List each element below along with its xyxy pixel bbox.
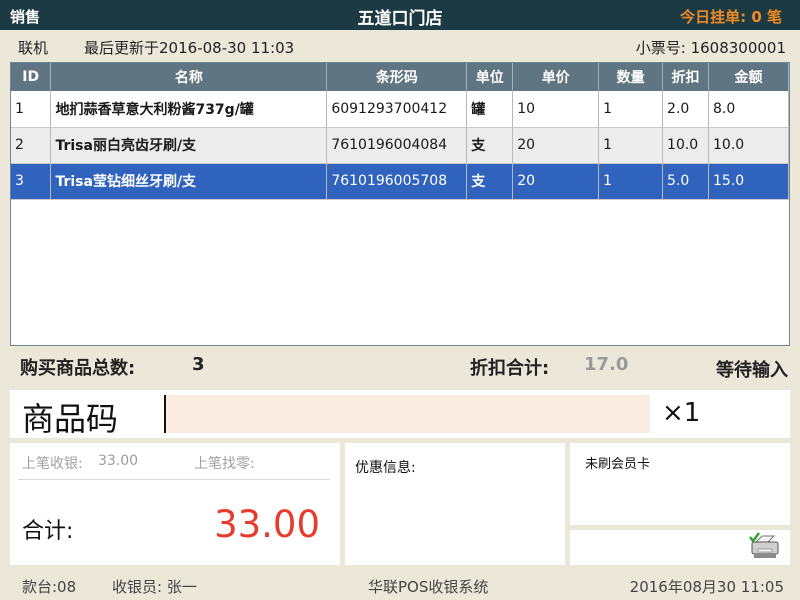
printer-panel [570, 530, 790, 565]
total-amount: 33.00 [214, 503, 320, 546]
quantity-multiplier: ×1 [662, 398, 701, 428]
last-change-label: 上笔找零: [194, 456, 255, 472]
cell-amount: 8.0 [708, 91, 789, 128]
table-row[interactable]: 1 地扪蒜香草意大利粉酱737g/罐 6091293700412 罐 10 1 … [11, 91, 789, 128]
cell-amount: 15.0 [708, 163, 789, 200]
cell-id: 1 [11, 91, 52, 128]
column-header: 数量 [598, 63, 664, 91]
held-orders[interactable]: 今日挂单: 0 笔 [680, 6, 782, 27]
table-header: ID 名称 条形码 单位 单价 数量 折扣 金额 [11, 63, 789, 91]
cell-unit: 支 [466, 163, 514, 200]
cell-discount: 10.0 [662, 127, 710, 164]
receipt-label: 小票号: [635, 39, 686, 57]
column-header: 单价 [512, 63, 600, 91]
till-number: 款台:08 [22, 578, 77, 596]
cell-barcode: 7610196004084 [326, 127, 468, 164]
title-bar: 销售 五道口门店 今日挂单: 0 笔 [0, 0, 800, 30]
column-header: 单位 [466, 63, 514, 91]
column-header: 折扣 [662, 63, 710, 91]
cell-qty: 1 [598, 91, 664, 128]
column-header: ID [11, 63, 52, 91]
cell-price: 10 [512, 91, 600, 128]
receipt-value: 1608300001 [690, 39, 786, 57]
cell-discount: 2.0 [662, 91, 710, 128]
last-received-value: 33.00 [98, 453, 139, 469]
discount-total-value: 17.0 [584, 354, 629, 375]
cell-price: 20 [512, 163, 600, 200]
last-updated-label: 最后更新于 [84, 39, 160, 57]
cell-name: Trisa莹钻细丝牙刷/支 [50, 163, 328, 200]
column-header: 条形码 [326, 63, 468, 91]
cell-unit: 支 [466, 127, 514, 164]
item-count-label: 购买商品总数: [20, 358, 136, 379]
cell-price: 20 [512, 127, 600, 164]
last-updated: 最后更新于2016-08-30 11:03 [84, 37, 294, 58]
total-label: 合计: [22, 519, 74, 544]
receipt-number: 小票号: 1608300001 [636, 37, 786, 58]
cashier-name: 收银员: 张一 [112, 578, 197, 596]
promotion-label: 优惠信息: [355, 460, 416, 476]
items-table: ID 名称 条形码 单位 单价 数量 折扣 金额 1 地扪蒜香草意大利粉酱737… [10, 62, 790, 346]
member-card-status: 未刷会员卡 [585, 457, 651, 472]
barcode-label: 商品码 [22, 400, 119, 438]
cell-id: 3 [11, 163, 52, 200]
cell-qty: 1 [598, 163, 664, 200]
table-row[interactable]: 2 Trisa丽白亮齿牙刷/支 7610196004084 支 20 1 10.… [11, 127, 789, 164]
cell-name: 地扪蒜香草意大利粉酱737g/罐 [50, 91, 328, 128]
barcode-input-row: 商品码 ×1 [10, 390, 790, 438]
last-received-label: 上笔收银: [22, 456, 83, 472]
cell-qty: 1 [598, 127, 664, 164]
member-card-panel[interactable]: 未刷会员卡 [570, 443, 790, 525]
column-header: 金额 [708, 63, 789, 91]
input-status: 等待输入 [716, 360, 788, 381]
barcode-input[interactable] [164, 395, 650, 433]
current-datetime: 2016年08月30 11:05 [629, 578, 784, 596]
item-count-value: 3 [192, 354, 205, 375]
system-name: 华联POS收银系统 [368, 578, 489, 596]
table-row-selected[interactable]: 3 Trisa莹钻细丝牙刷/支 7610196005708 支 20 1 5.0… [11, 163, 789, 200]
cell-id: 2 [11, 127, 52, 164]
held-orders-label: 今日挂单: [680, 8, 747, 26]
cell-barcode: 6091293700412 [326, 91, 468, 128]
connection-status: 联机 [18, 39, 49, 57]
status-footer: 款台:08 收银员: 张一 华联POS收银系统 2016年08月30 11:05 [0, 570, 800, 600]
cell-discount: 5.0 [662, 163, 710, 200]
held-orders-count: 0 [751, 8, 762, 26]
discount-total-label: 折扣合计: [470, 358, 550, 379]
cell-unit: 罐 [466, 91, 514, 128]
totals-panel: 上笔收银: 33.00 上笔找零: 合计: 33.00 [10, 443, 340, 565]
printer-icon[interactable] [748, 532, 782, 562]
column-header: 名称 [50, 63, 328, 91]
cell-barcode: 7610196005708 [326, 163, 468, 200]
cell-amount: 10.0 [708, 127, 789, 164]
divider [18, 479, 330, 480]
cell-name: Trisa丽白亮齿牙刷/支 [50, 127, 328, 164]
promotion-panel: 优惠信息: [345, 443, 565, 565]
info-bar: 联机 最后更新于2016-08-30 11:03 小票号: 1608300001 [0, 30, 800, 62]
summary-bar: 购买商品总数: 3 折扣合计: 17.0 等待输入 [0, 346, 800, 386]
held-orders-unit: 笔 [766, 8, 782, 26]
last-updated-time: 2016-08-30 11:03 [159, 39, 295, 57]
